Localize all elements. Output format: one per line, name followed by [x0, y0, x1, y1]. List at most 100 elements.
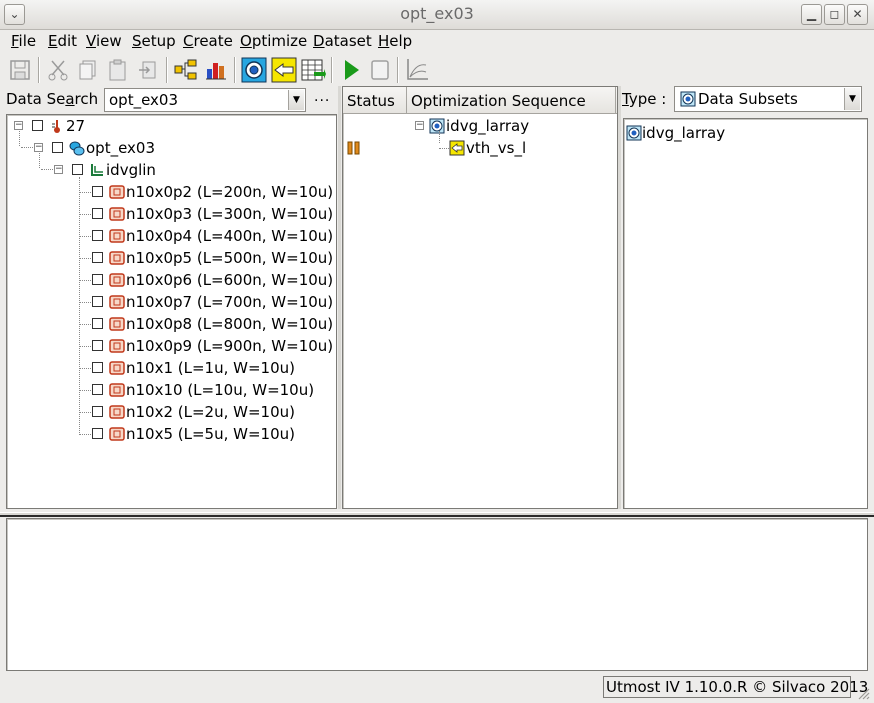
menu-optimize[interactable]: Optimize [240, 32, 307, 50]
device-icon [109, 295, 125, 309]
arrow-left-icon[interactable] [271, 57, 297, 83]
tree-connector [19, 131, 20, 146]
expander-icon[interactable]: − [34, 143, 43, 152]
bar-chart-icon[interactable] [203, 57, 229, 83]
tree-label: n10x0p5 (L=500n, W=10u) [126, 249, 334, 267]
tree-label: n10x0p3 (L=300n, W=10u) [126, 205, 334, 223]
checkbox[interactable] [92, 208, 103, 219]
device-icon [109, 383, 125, 397]
device-icon [109, 317, 125, 331]
checkbox[interactable] [92, 252, 103, 263]
expander-icon[interactable]: − [14, 121, 23, 130]
cut-icon[interactable] [45, 57, 71, 83]
checkbox[interactable] [92, 318, 103, 329]
toolbar-separator [331, 57, 333, 83]
close-button[interactable]: ✕ [847, 4, 868, 25]
menu-view[interactable]: View [86, 32, 122, 50]
checkbox[interactable] [72, 164, 83, 175]
expander-icon[interactable]: − [415, 121, 424, 130]
temperature-icon [52, 120, 60, 133]
checkbox[interactable] [32, 120, 43, 131]
data-search-label: Data Search : [6, 90, 108, 108]
menu-dataset[interactable]: Dataset [313, 32, 372, 50]
type-combo[interactable]: Data Subsets ▼ [674, 86, 862, 112]
data-search-browse-button[interactable]: ... [314, 89, 330, 105]
tree-connector [79, 324, 91, 325]
data-tree[interactable]: − 27 − opt_ex03 − idvglin n10x0p2 (L=200… [6, 114, 337, 509]
tree-label: n10x0p7 (L=700n, W=10u) [126, 293, 334, 311]
menu-create[interactable]: Create [183, 32, 233, 50]
tree-label: n10x0p2 (L=200n, W=10u) [126, 183, 334, 201]
vertical-splitter[interactable] [618, 86, 621, 509]
tree-connector [39, 153, 40, 168]
maximize-button[interactable]: ◻ [824, 4, 845, 25]
checkbox[interactable] [52, 142, 63, 153]
tree-label: n10x10 (L=10u, W=10u) [126, 381, 315, 399]
curve-group-icon [91, 164, 103, 176]
menu-help[interactable]: Help [378, 32, 412, 50]
chevron-down-icon[interactable]: ▼ [288, 90, 304, 110]
stop-icon[interactable] [367, 57, 393, 83]
checkbox[interactable] [92, 428, 103, 439]
checkbox[interactable] [92, 230, 103, 241]
plot-icon[interactable] [404, 57, 430, 83]
column-sequence[interactable]: Optimization Sequence [411, 92, 586, 110]
data-search-combo[interactable]: opt_ex03 ▼ [104, 88, 306, 112]
device-icon [109, 273, 125, 287]
spreadsheet-icon[interactable] [300, 57, 326, 83]
project-icon [69, 141, 85, 156]
optimization-sequence-panel[interactable]: Status Optimization Sequence − idvg_larr… [342, 86, 618, 509]
checkbox[interactable] [92, 186, 103, 197]
tree-label: opt_ex03 [86, 139, 156, 157]
tree-connector [79, 177, 80, 433]
device-icon [109, 229, 125, 243]
checkbox[interactable] [92, 406, 103, 417]
status-bar: Utmost IV 1.10.0.R © Silvaco 2013 [0, 672, 874, 703]
tree-label: n10x5 (L=5u, W=10u) [126, 425, 295, 443]
copy-icon[interactable] [75, 57, 101, 83]
resize-grip-icon[interactable] [856, 686, 870, 700]
horizontal-splitter[interactable] [0, 512, 874, 517]
run-icon[interactable] [338, 57, 364, 83]
tree-label: n10x2 (L=2u, W=10u) [126, 403, 295, 421]
expander-icon[interactable]: − [54, 165, 63, 174]
window-title: opt_ex03 [400, 4, 474, 23]
device-icon [109, 207, 125, 221]
menu-bar: File Edit View Setup Create Optimize Dat… [0, 30, 874, 54]
device-icon [109, 405, 125, 419]
checkbox[interactable] [92, 362, 103, 373]
tree-label: n10x0p4 (L=400n, W=10u) [126, 227, 334, 245]
delete-icon[interactable] [135, 57, 161, 83]
data-subsets-list[interactable]: idvg_larray [623, 118, 868, 509]
menu-setup[interactable]: Setup [132, 32, 176, 50]
tree-connector [79, 214, 91, 215]
hierarchy-icon[interactable] [173, 57, 199, 83]
column-status[interactable]: Status [347, 92, 395, 110]
tree-connector [21, 147, 33, 148]
target-icon[interactable] [241, 57, 267, 83]
column-divider[interactable] [406, 87, 407, 114]
type-value: Data Subsets [698, 90, 798, 108]
tree-connector [79, 368, 91, 369]
menu-file[interactable]: File [11, 32, 36, 50]
vertical-splitter[interactable] [338, 86, 341, 509]
target-icon [626, 125, 642, 141]
toolbar-separator [234, 57, 236, 83]
type-bar: Type : Data Subsets ▼ [620, 86, 874, 114]
device-icon [109, 185, 125, 199]
checkbox[interactable] [92, 296, 103, 307]
save-icon[interactable] [7, 57, 33, 83]
tree-connector [79, 192, 91, 193]
toolbar-separator [38, 57, 40, 83]
toolbar-separator [397, 57, 399, 83]
checkbox[interactable] [92, 274, 103, 285]
checkbox[interactable] [92, 340, 103, 351]
checkbox[interactable] [92, 384, 103, 395]
tree-label: 27 [66, 117, 86, 135]
minimize-button[interactable]: ▁ [801, 4, 822, 25]
paste-icon[interactable] [105, 57, 131, 83]
menu-edit[interactable]: Edit [48, 32, 77, 50]
chevron-down-icon[interactable]: ▼ [844, 88, 860, 110]
pause-icon [347, 141, 360, 155]
output-panel[interactable] [6, 518, 868, 671]
